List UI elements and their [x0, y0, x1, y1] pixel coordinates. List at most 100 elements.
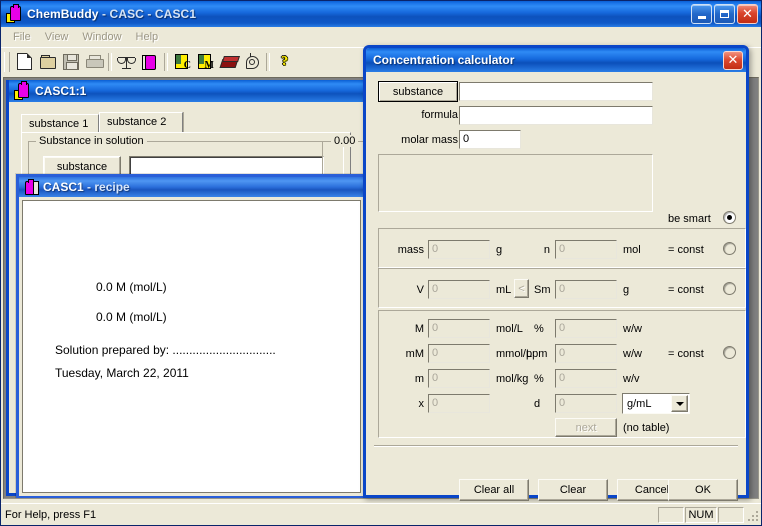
substance-name-input[interactable] [129, 156, 324, 175]
dialog-notes-panel[interactable] [378, 154, 653, 212]
window-controls: ✕ [691, 4, 758, 24]
solution-mass-label: Sm [534, 284, 551, 296]
percent-ww-unit-label: w/w [623, 323, 642, 335]
application-window: ChemBuddy - CASC - CASC1 ✕ File View Win… [0, 0, 762, 526]
dialog-close-button[interactable]: ✕ [723, 50, 743, 70]
menu-bar: File View Window Help [1, 27, 761, 47]
status-hint-text: For Help, press F1 [5, 508, 97, 521]
const-label-3: = const [668, 348, 704, 360]
millimolar-input[interactable]: 0 [428, 344, 490, 363]
millimolar-label: mM [405, 348, 424, 360]
maximize-button[interactable] [714, 4, 735, 24]
tab-substance-2[interactable]: substance 2 [99, 112, 183, 132]
density-label: d [534, 398, 541, 410]
recipe-document-icon [23, 179, 39, 195]
molar-m-icon: M [198, 54, 214, 71]
mass-input[interactable]: 0 [428, 240, 490, 259]
recipe-title-text: CASC1 - recipe [43, 180, 130, 194]
mdi-child-title-text: CASC1:1 [35, 84, 87, 98]
ppm-input[interactable]: 0 [555, 344, 617, 363]
save-disk-icon [62, 53, 79, 70]
molarity-label: M [414, 323, 424, 335]
main-title-app: ChemBuddy [27, 7, 99, 21]
main-title-text: ChemBuddy - CASC - CASC1 [27, 7, 196, 21]
minimize-button[interactable] [691, 4, 712, 24]
mass-label: mass [397, 244, 424, 256]
close-icon: ✕ [742, 6, 753, 22]
be-smart-radio[interactable] [723, 211, 736, 224]
dialog-title-bar[interactable]: Concentration calculator ✕ [366, 48, 746, 72]
concentration-calculator-dialog: Concentration calculator ✕ substance for… [363, 45, 749, 501]
ppm-unit-label: w/w [623, 348, 642, 360]
percent-wv-input[interactable]: 0 [555, 369, 617, 388]
dialog-substance-button[interactable]: substance [378, 81, 458, 102]
solution-document-icon [13, 81, 31, 100]
dialog-footer-separator [374, 445, 738, 447]
status-bar: For Help, press F1 NUM [1, 503, 761, 525]
ok-button[interactable]: OK [668, 479, 738, 501]
concentration-c-icon: C [175, 54, 191, 71]
book-icon [219, 55, 240, 68]
toolbar-solution-button[interactable] [138, 51, 161, 73]
density-input[interactable]: 0 [555, 394, 617, 413]
recipe-title-bar[interactable]: CASC1 - recipe [19, 177, 364, 197]
mdi-child-title-bar[interactable]: CASC1:1 [9, 80, 363, 102]
maximize-icon [720, 10, 729, 18]
toolbar-help-button[interactable]: ? [273, 51, 296, 73]
dialog-formula-label: formula [421, 109, 458, 121]
status-pane-scroll [718, 506, 744, 523]
molality-input[interactable]: 0 [428, 369, 490, 388]
toolbar-new-button[interactable] [13, 51, 36, 73]
next-button[interactable]: next [555, 418, 617, 437]
recipe-line-concentration-2: 0.0 M (mol/L) [96, 310, 167, 324]
const-label-1: = const [668, 244, 704, 256]
toolbar-periodic-table-button[interactable] [240, 51, 263, 73]
molality-label: m [414, 373, 424, 385]
solution-mass-input[interactable]: 0 [555, 280, 617, 299]
toolbar-separator-1 [108, 52, 112, 71]
const-radio-1[interactable] [723, 242, 736, 255]
density-unit-value: g/mL [627, 397, 652, 410]
toolbar-open-button[interactable] [36, 51, 59, 73]
substance-in-solution-label: Substance in solution [36, 135, 147, 147]
dialog-body: substance formula molar mass 0 be smart … [366, 72, 746, 501]
dialog-formula-input[interactable] [459, 106, 653, 125]
volume-label: V [416, 284, 424, 296]
mole-unit-label: mol [623, 244, 641, 256]
mole-fraction-input[interactable]: 0 [428, 394, 490, 413]
toolbar-balance-button[interactable] [115, 51, 138, 73]
clear-all-button[interactable]: Clear all [459, 479, 529, 501]
volume-transfer-button[interactable]: < [514, 279, 529, 298]
mole-input[interactable]: 0 [555, 240, 617, 259]
chevron-down-icon[interactable] [671, 395, 688, 412]
status-pane-num: NUM [685, 506, 717, 523]
molarity-input[interactable]: 0 [428, 319, 490, 338]
menu-item-view[interactable]: View [38, 29, 76, 45]
mole-fraction-label: x [418, 398, 425, 410]
clear-button[interactable]: Clear [538, 479, 608, 501]
tab-substance-1[interactable]: substance 1 [21, 114, 99, 132]
toolbar-save-button[interactable] [59, 51, 82, 73]
const-radio-2[interactable] [723, 282, 736, 295]
toolbar-tables-button[interactable] [217, 51, 240, 73]
recipe-line-prepared-by: Solution prepared by: ..................… [55, 343, 276, 357]
toolbar-molar-mass-button[interactable]: M [194, 51, 217, 73]
volume-input[interactable]: 0 [428, 280, 490, 299]
menu-item-help[interactable]: Help [129, 29, 166, 45]
toolbar-concentration-calculator-button[interactable]: C [171, 51, 194, 73]
percent-ww-input[interactable]: 0 [555, 319, 617, 338]
close-button[interactable]: ✕ [737, 4, 758, 24]
menu-item-file[interactable]: File [6, 29, 38, 45]
dialog-molar-mass-input[interactable]: 0 [459, 130, 521, 149]
toolbar-grip[interactable] [4, 51, 10, 72]
density-unit-select[interactable]: g/mL [622, 393, 690, 414]
atom-icon [245, 52, 259, 69]
printer-icon [85, 55, 104, 68]
toolbar-print-button[interactable] [82, 51, 105, 73]
resize-grip-icon[interactable] [745, 508, 759, 522]
const-radio-3[interactable] [723, 346, 736, 359]
dialog-substance-input[interactable] [459, 82, 653, 101]
recipe-title-sep: - [83, 180, 95, 194]
menu-item-window[interactable]: Window [75, 29, 128, 45]
no-table-label: (no table) [623, 422, 670, 434]
